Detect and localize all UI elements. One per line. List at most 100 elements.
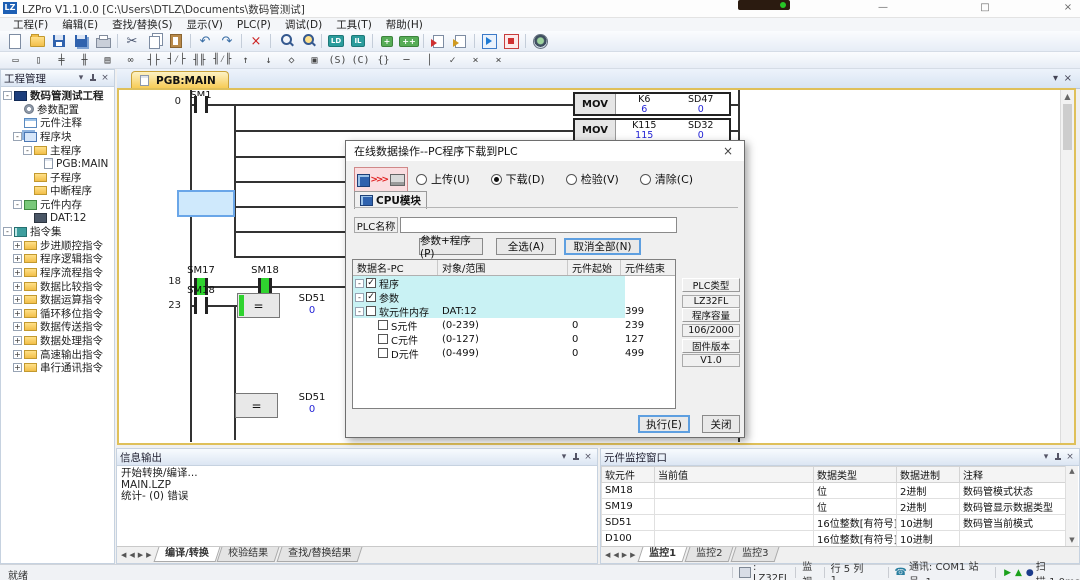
monitor-row[interactable]: D10016位整数[有符号]10进制 bbox=[602, 531, 1066, 547]
contact-sm18-2[interactable] bbox=[188, 297, 214, 314]
editor-vertical-scrollbar[interactable]: ▲ bbox=[1060, 90, 1074, 443]
nav-next-icon[interactable]: ▶ bbox=[622, 551, 627, 559]
instruction-view-icon[interactable]: IL bbox=[348, 32, 368, 50]
delete-row-icon[interactable]: ╫ bbox=[74, 53, 95, 67]
tab-监控1[interactable]: 监控1 bbox=[637, 547, 687, 562]
convert-check-icon[interactable]: ✓ bbox=[442, 53, 463, 67]
download-table-row[interactable]: D元件(0-499)0499 bbox=[353, 346, 675, 360]
tab-pgb-main[interactable]: PGB:MAIN bbox=[131, 71, 229, 89]
tree-item[interactable]: +串行通讯指令 bbox=[1, 361, 114, 375]
panel-close-icon[interactable]: × bbox=[582, 451, 594, 463]
nav-prev-icon[interactable]: ◀ bbox=[613, 551, 618, 559]
row-expander-icon[interactable]: - bbox=[355, 279, 364, 288]
link-lines-icon[interactable]: ∞ bbox=[120, 53, 141, 67]
mov-instruction-block[interactable]: MOV K115115 SD320 bbox=[573, 118, 731, 142]
contact-sm1[interactable] bbox=[188, 96, 214, 113]
save-all-icon[interactable] bbox=[71, 32, 91, 50]
append-cell-icon[interactable]: ++ bbox=[399, 32, 419, 50]
panel-menu-icon[interactable]: ▾ bbox=[1040, 451, 1052, 463]
coil-icon[interactable]: ◇ bbox=[281, 53, 302, 67]
select-frame-icon[interactable]: ▭ bbox=[5, 53, 26, 67]
panel-menu-icon[interactable]: ▾ bbox=[75, 72, 87, 84]
tab-close-icon[interactable]: × bbox=[1064, 73, 1072, 84]
horizontal-line-icon[interactable]: ─ bbox=[396, 53, 417, 67]
plc-type-label[interactable]: PLC类型 bbox=[682, 278, 740, 292]
pin-icon[interactable] bbox=[1052, 451, 1064, 463]
download-table-row[interactable]: -✓参数 bbox=[353, 290, 625, 304]
parallel-contact-no-icon[interactable]: ╢╟ bbox=[189, 53, 210, 67]
tab-监控3[interactable]: 监控3 bbox=[730, 547, 779, 562]
tab-编译/转换[interactable]: 编译/转换 bbox=[153, 547, 220, 562]
tree-item[interactable]: +程序流程指令 bbox=[1, 266, 114, 280]
pin-icon[interactable] bbox=[570, 451, 582, 463]
delete-h-line-icon[interactable]: × bbox=[465, 53, 486, 67]
dialog-close-icon[interactable]: × bbox=[720, 144, 736, 158]
tree-expander-icon[interactable]: + bbox=[13, 363, 22, 372]
tree-item[interactable]: +程序逻辑指令 bbox=[1, 252, 114, 266]
program-capacity-label[interactable]: 程序容量 bbox=[682, 308, 740, 322]
find-icon[interactable] bbox=[275, 32, 295, 50]
new-file-icon[interactable] bbox=[5, 32, 25, 50]
tree-item[interactable]: +数据运算指令 bbox=[1, 293, 114, 307]
compare-block[interactable]: = bbox=[237, 293, 280, 318]
tab-nav-arrows[interactable]: ◀ ◀ ▶ ▶ bbox=[601, 547, 640, 563]
menu-item[interactable]: 编辑(E) bbox=[55, 17, 105, 32]
checkbox-icon[interactable] bbox=[378, 348, 388, 358]
mov-instruction-block[interactable]: MOV K66 SD470 bbox=[573, 92, 731, 116]
falling-edge-icon[interactable]: ↓ bbox=[258, 53, 279, 67]
tree-expander-icon[interactable]: + bbox=[13, 241, 22, 250]
find-replace-icon[interactable] bbox=[297, 32, 317, 50]
download-table-row[interactable]: S元件(0-239)0239 bbox=[353, 318, 675, 332]
tree-item[interactable]: -主程序 bbox=[1, 143, 114, 157]
export-program-icon[interactable] bbox=[450, 32, 470, 50]
minimize-button[interactable]: — bbox=[873, 1, 893, 15]
tree-expander-icon[interactable]: - bbox=[3, 91, 12, 100]
checkbox-icon[interactable] bbox=[378, 334, 388, 344]
radio-清除(C)[interactable]: 清除(C) bbox=[640, 171, 693, 187]
vertical-line-icon[interactable]: │ bbox=[419, 53, 440, 67]
nav-first-icon[interactable]: ◀ bbox=[121, 551, 126, 559]
dialog-title-bar[interactable]: 在线数据操作--PC程序下载到PLC × bbox=[346, 141, 744, 161]
nav-prev-icon[interactable]: ◀ bbox=[129, 551, 134, 559]
pin-icon[interactable] bbox=[87, 72, 99, 84]
copy-icon[interactable] bbox=[144, 32, 164, 50]
checkbox-icon[interactable] bbox=[378, 320, 388, 330]
download-table-row[interactable]: -软元件内存DAT:12 bbox=[353, 304, 625, 318]
tree-expander-icon[interactable]: - bbox=[23, 146, 32, 155]
maximize-button[interactable]: □ bbox=[975, 1, 995, 15]
row-expander-icon[interactable]: - bbox=[355, 293, 364, 302]
tree-item[interactable]: -元件内存 bbox=[1, 198, 114, 212]
menu-item[interactable]: 查找/替换(S) bbox=[105, 17, 179, 32]
tree-expander-icon[interactable]: + bbox=[13, 309, 22, 318]
delete-icon[interactable]: × bbox=[246, 32, 266, 50]
menu-item[interactable]: 帮助(H) bbox=[379, 17, 430, 32]
tree-expander-icon[interactable]: - bbox=[3, 227, 12, 236]
tree-expander-icon[interactable]: + bbox=[13, 322, 22, 331]
tree-expander-icon[interactable]: + bbox=[13, 254, 22, 263]
compare-block[interactable]: = bbox=[235, 393, 278, 418]
monitor-row[interactable]: SM19位2进制数码管显示数据类型 bbox=[602, 499, 1066, 515]
panel-menu-icon[interactable]: ▾ bbox=[558, 451, 570, 463]
parallel-contact-nc-icon[interactable]: ╢⁄╟ bbox=[212, 53, 233, 67]
dialog-close-button[interactable]: 关闭 bbox=[702, 415, 740, 433]
checkbox-icon[interactable] bbox=[366, 306, 376, 316]
contact-nc-icon[interactable]: ┤⁄├ bbox=[166, 53, 187, 67]
download-table-row[interactable]: -✓程序 bbox=[353, 276, 625, 290]
reset-coil-icon[interactable]: (C) bbox=[350, 53, 371, 67]
select-block-icon[interactable]: ▤ bbox=[97, 53, 118, 67]
tree-expander-icon[interactable]: + bbox=[13, 295, 22, 304]
tab-监控2[interactable]: 监控2 bbox=[684, 547, 733, 562]
set-coil-icon[interactable]: (S) bbox=[327, 53, 348, 67]
insert-cell-icon[interactable]: + bbox=[377, 32, 397, 50]
radio-上传(U)[interactable]: 上传(U) bbox=[416, 171, 470, 187]
paste-icon[interactable] bbox=[166, 32, 186, 50]
cut-icon[interactable]: ✂ bbox=[122, 32, 142, 50]
nav-last-icon[interactable]: ▶ bbox=[146, 551, 151, 559]
contact-no-icon[interactable]: ┤├ bbox=[143, 53, 164, 67]
tree-expander-icon[interactable]: + bbox=[13, 282, 22, 291]
delete-v-line-icon[interactable]: × bbox=[488, 53, 509, 67]
nav-last-icon[interactable]: ▶ bbox=[630, 551, 635, 559]
execute-button[interactable]: 执行(E) bbox=[638, 415, 690, 433]
tree-expander-icon[interactable]: + bbox=[13, 268, 22, 277]
tree-item[interactable]: PGB:MAIN bbox=[1, 157, 114, 171]
